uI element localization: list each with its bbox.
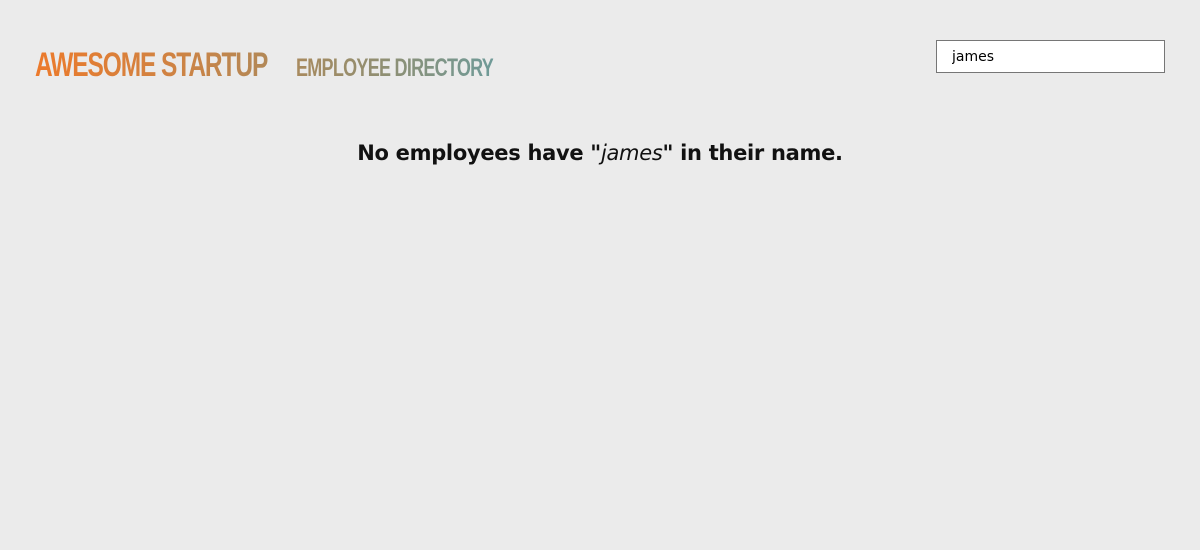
- no-results-prefix: No employees have ": [357, 141, 601, 165]
- app-title: Awesome Startup: [35, 46, 268, 84]
- app-subtitle: Employee Directory: [296, 54, 494, 82]
- no-results-suffix: " in their name.: [662, 141, 843, 165]
- app-header: Awesome Startup Employee Directory: [35, 48, 570, 82]
- no-results-search-term: james: [600, 141, 663, 165]
- search-input[interactable]: [936, 40, 1165, 73]
- no-results-message: No employees have "james" in their name.: [0, 141, 1200, 165]
